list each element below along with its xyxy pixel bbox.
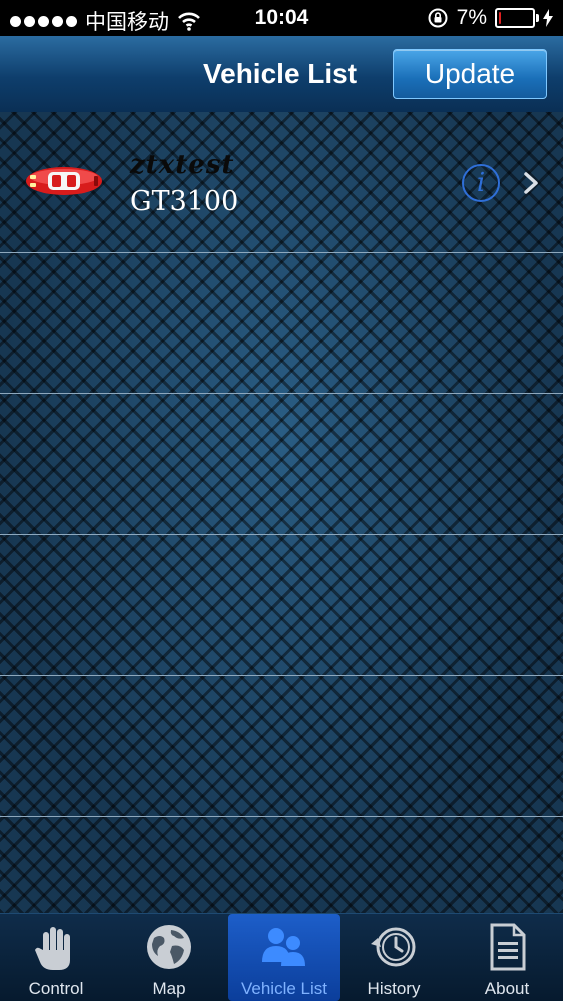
car-icon bbox=[26, 167, 102, 195]
tab-label: Vehicle List bbox=[241, 979, 327, 998]
tab-label: Control bbox=[28, 979, 84, 998]
globe-icon bbox=[147, 925, 191, 969]
update-button[interactable]: Update bbox=[393, 49, 547, 99]
info-icon[interactable]: i bbox=[462, 164, 500, 202]
tab-label: About bbox=[484, 979, 530, 998]
vehicle-list: ztxtest GT3100 i bbox=[0, 112, 563, 913]
tab-bar: Control Map Vehicle List History About bbox=[0, 913, 563, 1001]
tab-label: History bbox=[367, 979, 421, 998]
battery-icon bbox=[495, 8, 539, 28]
status-bar: 中国移动 10:04 7% bbox=[0, 0, 563, 36]
page-title: Vehicle List bbox=[203, 58, 358, 89]
document-icon bbox=[490, 923, 526, 971]
empty-row bbox=[0, 535, 563, 676]
tab-history[interactable]: History bbox=[338, 914, 450, 1001]
tab-label: Map bbox=[152, 979, 186, 998]
vehicle-model: GT3100 bbox=[130, 186, 239, 217]
tab-vehicle-list[interactable]: Vehicle List bbox=[228, 914, 340, 1001]
empty-row bbox=[0, 394, 563, 535]
tab-map[interactable]: Map bbox=[113, 914, 225, 1001]
battery-percent: 7% bbox=[456, 6, 487, 29]
rotation-lock-icon bbox=[428, 8, 448, 28]
charging-icon bbox=[543, 9, 553, 27]
chevron-right-icon[interactable] bbox=[516, 168, 546, 198]
hand-icon bbox=[35, 927, 70, 970]
navigation-bar: Vehicle List Update bbox=[0, 36, 563, 113]
status-right: 7% bbox=[427, 6, 553, 30]
vehicle-name: ztxtest bbox=[130, 150, 235, 180]
tab-control[interactable]: Control bbox=[0, 914, 112, 1001]
empty-row bbox=[0, 253, 563, 394]
vehicle-row[interactable]: ztxtest GT3100 i bbox=[0, 112, 563, 253]
tab-about[interactable]: About bbox=[451, 914, 563, 1001]
history-icon bbox=[371, 927, 416, 967]
users-icon bbox=[262, 928, 305, 966]
empty-row bbox=[0, 676, 563, 817]
